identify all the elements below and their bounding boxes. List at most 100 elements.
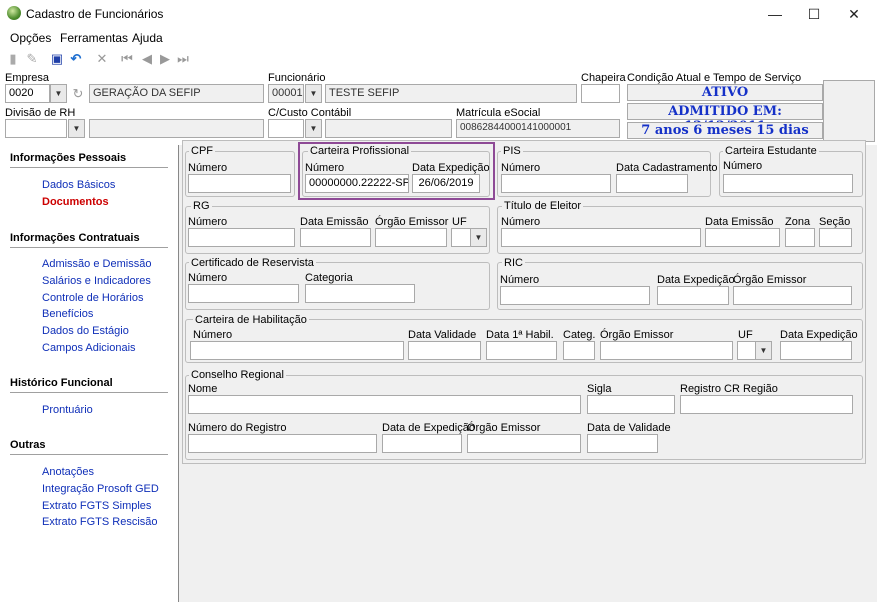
custo-name-field [325,119,452,138]
empresa-code-input[interactable]: 0020 [5,84,50,103]
first-record-icon[interactable]: ⏮ [119,51,135,67]
eleitor-zona-input[interactable] [785,228,815,247]
conselho-expedicao-input[interactable] [382,434,462,453]
conselho-nome-input[interactable] [188,395,581,414]
custo-input[interactable] [268,119,304,138]
cnh-habil-input[interactable] [486,341,557,360]
menu-ajuda[interactable]: Ajuda [132,31,163,45]
pis-numero-input[interactable] [501,174,611,193]
ctps-numero-input[interactable]: 00000000.22222-SP [305,174,409,193]
prev-record-icon[interactable]: ◀ [139,51,155,67]
sidebar-item-prontuario[interactable]: Prontuário [42,404,93,416]
divider [10,392,168,393]
divisao-dropdown-icon[interactable]: ▼ [68,119,85,138]
eleitor-group-title: Título de Eleitor [502,200,584,212]
empresa-dropdown-icon[interactable]: ▼ [50,84,67,103]
cnh-expedicao-input[interactable] [780,341,852,360]
sidebar-item-fgts-rescisao[interactable]: Extrato FGTS Rescisão [42,516,158,528]
sidebar-item-ged[interactable]: Integração Prosoft GED [42,483,159,495]
photo-placeholder[interactable] [823,80,875,142]
cnh-uf-dropdown-icon[interactable]: ▼ [755,341,772,360]
conselho-sigla-input[interactable] [587,395,675,414]
eleitor-emissao-label: Data Emissão [705,216,774,228]
sidebar-item-horarios[interactable]: Controle de Horários [42,292,144,304]
last-record-icon[interactable]: ⏭ [175,51,191,67]
ric-numero-input[interactable] [500,286,650,305]
conselho-validade-input[interactable] [587,434,658,453]
ric-orgao-input[interactable] [733,286,852,305]
chapeira-input[interactable] [581,84,620,103]
refresh-icon[interactable]: ↻ [70,86,86,102]
divisao-label: Divisão de RH [5,107,76,119]
sidebar-item-estagio[interactable]: Dados do Estágio [42,325,129,337]
cnh-orgao-input[interactable] [600,341,733,360]
pis-data-label: Data Cadastramento [616,162,718,174]
sidebar-item-beneficios[interactable]: Benefícios [42,308,93,320]
pis-data-input[interactable] [616,174,688,193]
sidebar-item-salarios[interactable]: Salários e Indicadores [42,275,151,287]
reservista-numero-input[interactable] [188,284,299,303]
conselho-group-title: Conselho Regional [189,369,286,381]
eleitor-secao-input[interactable] [819,228,852,247]
condicao-label: Condição Atual e Tempo de Serviço [627,72,802,84]
conselho-expedicao-label: Data de Expedição [382,422,475,434]
maximize-button[interactable]: ☐ [796,0,832,28]
sidebar-item-dados-basicos[interactable]: Dados Básicos [42,179,115,191]
sidebar-item-admissao[interactable]: Admissão e Demissão [42,258,151,270]
sidebar [0,145,178,602]
eleitor-zona-label: Zona [785,216,811,228]
cnh-categ-input[interactable] [563,341,595,360]
empresa-label: Empresa [5,72,50,84]
estudante-numero-input[interactable] [723,174,853,193]
sidebar-item-campos[interactable]: Campos Adicionais [42,342,136,354]
ctps-data-input[interactable]: 26/06/2019 [412,174,480,193]
ric-expedicao-input[interactable] [657,286,729,305]
cnh-numero-input[interactable] [190,341,404,360]
rg-uf-dropdown-icon[interactable]: ▼ [470,228,487,247]
reservista-numero-label: Número [188,272,228,284]
reservista-categoria-input[interactable] [305,284,415,303]
minimize-button[interactable]: — [757,0,793,28]
sidebar-section-contratuais: Informações Contratuais [10,232,140,244]
menu-ferramentas[interactable]: Ferramentas [60,31,128,45]
rg-numero-input[interactable] [188,228,295,247]
eleitor-numero-input[interactable] [501,228,701,247]
sidebar-item-documentos[interactable]: Documentos [42,196,109,208]
ric-group-title: RIC [502,257,525,269]
sidebar-item-fgts-simples[interactable]: Extrato FGTS Simples [42,500,151,512]
custo-dropdown-icon[interactable]: ▼ [305,119,322,138]
funcionario-dropdown-icon[interactable]: ▼ [305,84,322,103]
rg-uf-label: UF [452,216,467,228]
divisao-input[interactable] [5,119,67,138]
divisao-name-field [89,119,264,138]
status-tempo-badge: 7 anos 6 meses 15 dias [627,122,823,139]
delete-icon[interactable]: ✕ [94,51,110,67]
conselho-registro-cr-input[interactable] [680,395,853,414]
conselho-orgao-input[interactable] [467,434,581,453]
conselho-num-registro-input[interactable] [188,434,377,453]
window-title: Cadastro de Funcionários [26,7,164,21]
sidebar-section-pessoais: Informações Pessoais [10,152,127,164]
new-icon[interactable]: ▮ [5,51,21,67]
status-admitido-badge: ADMITIDO EM: 12/12/2011 [627,103,823,134]
conselho-nome-label: Nome [188,383,218,395]
menu-opcoes[interactable]: Opções [10,31,51,45]
cpf-numero-input[interactable] [188,174,291,193]
rg-orgao-input[interactable] [375,228,447,247]
undo-icon[interactable]: ↶ [68,51,84,67]
next-record-icon[interactable]: ▶ [157,51,173,67]
funcionario-code-input[interactable]: 00001 [268,84,304,103]
rg-emissao-input[interactable] [300,228,371,247]
funcionario-name-field: TESTE SEFIP [325,84,577,103]
rg-uf-select[interactable] [451,228,471,247]
matricula-field: 00862844000141000001 [456,119,620,138]
conselho-registro-cr-label: Registro CR Região [680,383,778,395]
close-button[interactable]: ✕ [836,0,872,28]
conselho-validade-label: Data de Validade [587,422,671,434]
eleitor-emissao-input[interactable] [705,228,780,247]
save-icon[interactable]: ▣ [49,51,65,67]
sidebar-item-anotacoes[interactable]: Anotações [42,466,94,478]
edit-icon[interactable]: ✎ [24,51,40,67]
cnh-validade-input[interactable] [408,341,481,360]
cnh-uf-select[interactable] [737,341,756,360]
